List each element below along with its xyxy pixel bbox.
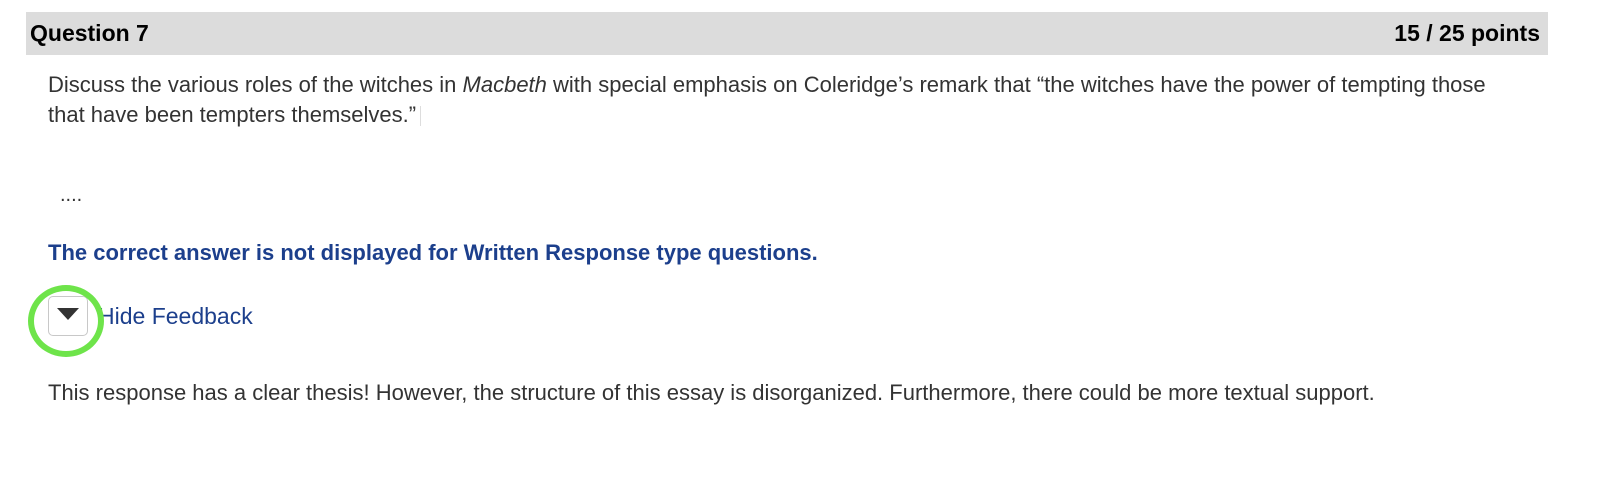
hide-feedback-link[interactable]: Hide Feedback (98, 303, 253, 330)
correct-answer-note: The correct answer is not displayed for … (48, 240, 818, 265)
caret-down-icon (57, 307, 79, 325)
student-response: .... (60, 184, 83, 206)
prompt-italic-title: Macbeth (462, 72, 547, 97)
text-cursor-mark (420, 106, 422, 127)
question-prompt: Discuss the various roles of the witches… (48, 70, 1528, 132)
feedback-text: This response has a clear thesis! Howeve… (48, 380, 1375, 405)
question-title: Question 7 (30, 20, 149, 46)
feedback-toggle[interactable]: Hide Feedback (48, 296, 253, 336)
prompt-text-before: Discuss the various roles of the witches… (48, 72, 463, 97)
feedback-toggle-button[interactable] (48, 296, 88, 336)
question-points: 15 / 25 points (1394, 20, 1540, 46)
question-header: Question 7 15 / 25 points (26, 12, 1548, 55)
